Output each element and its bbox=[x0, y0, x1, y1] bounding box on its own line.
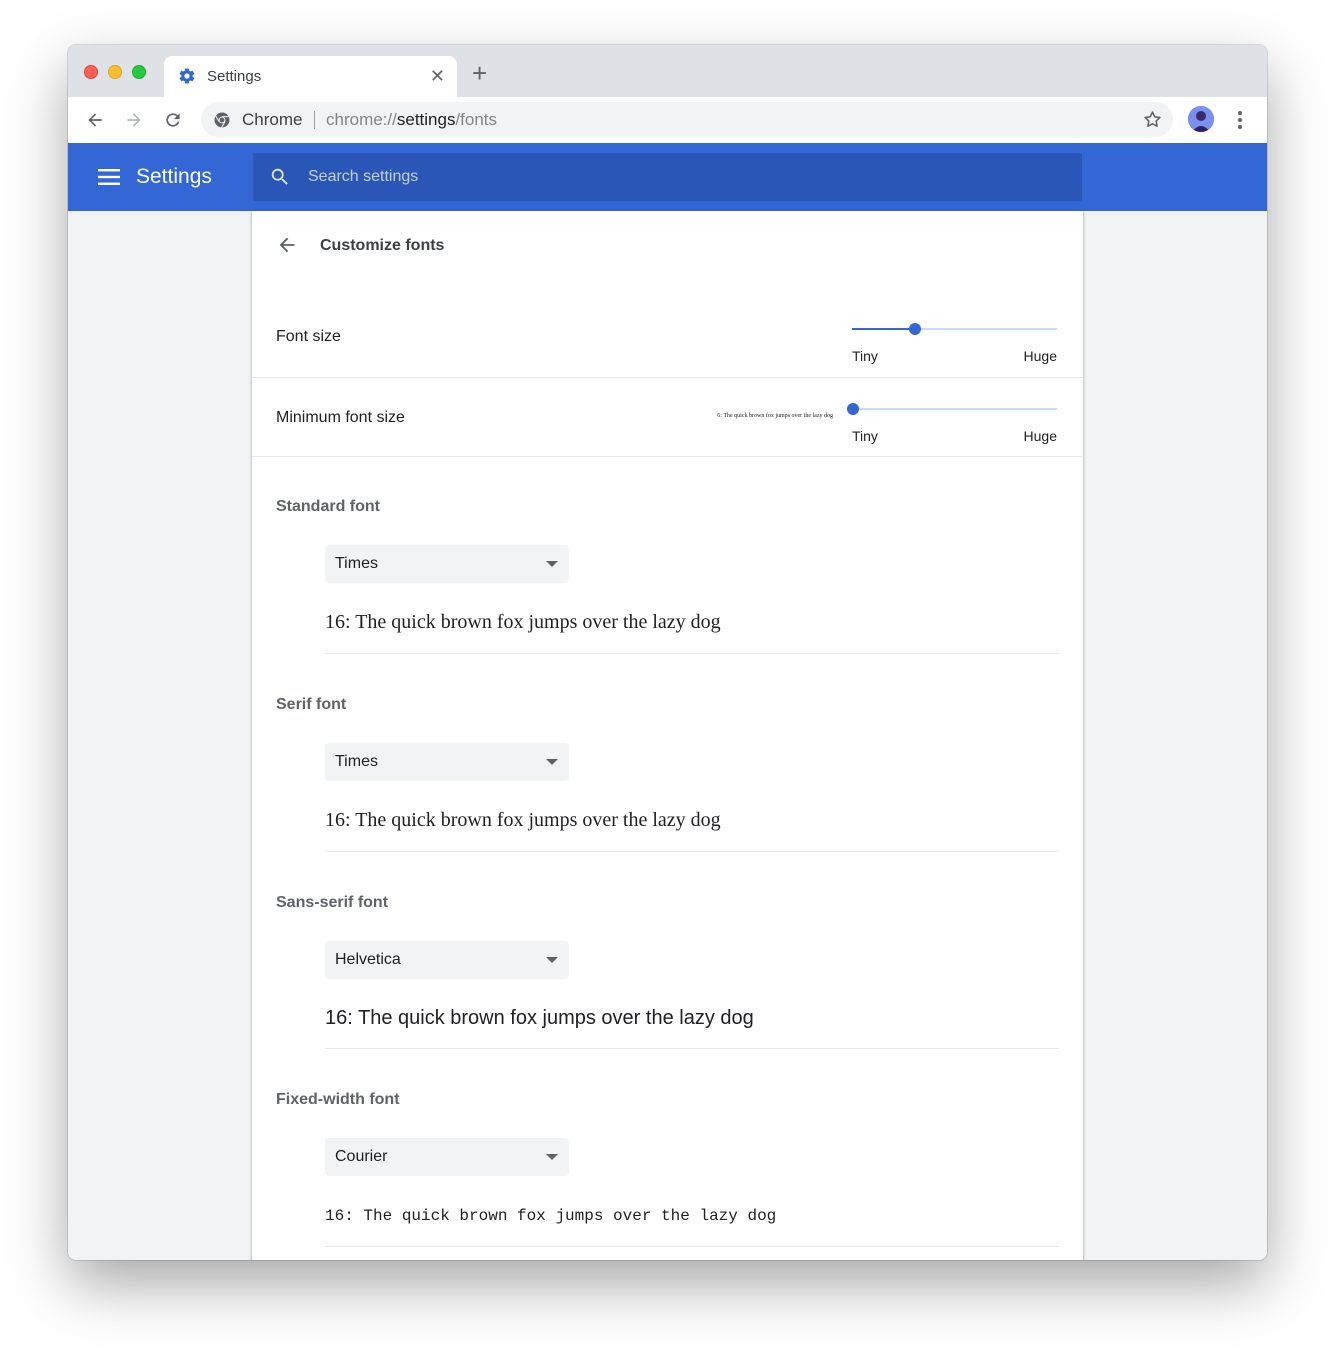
font-size-label: Font size bbox=[276, 328, 341, 345]
slider-min-label: Tiny bbox=[852, 348, 878, 364]
fixed-width-font-select[interactable]: Courier bbox=[325, 1138, 569, 1176]
standard-font-section: Standard font Times 16: The quick brown … bbox=[252, 457, 1083, 654]
reload-button[interactable] bbox=[158, 105, 188, 135]
serif-font-title: Serif font bbox=[276, 696, 347, 713]
browser-window: Settings ✕ + Chrome chrome://settings/fo… bbox=[68, 45, 1267, 1260]
standard-font-sample: 16: The quick brown fox jumps over the l… bbox=[325, 611, 721, 633]
minimum-font-size-label: Minimum font size bbox=[276, 409, 405, 426]
select-value: Helvetica bbox=[335, 951, 401, 968]
font-size-row: Font size Tiny Huge bbox=[252, 311, 1083, 377]
dropdown-arrow-icon bbox=[546, 759, 558, 765]
page-title: Settings bbox=[136, 165, 212, 188]
slider-track bbox=[852, 408, 1057, 410]
browser-toolbar: Chrome chrome://settings/fonts bbox=[68, 97, 1267, 143]
serif-font-sample: 16: The quick brown fox jumps over the l… bbox=[325, 809, 721, 831]
sans-serif-font-title: Sans-serif font bbox=[276, 894, 389, 911]
url-scheme: chrome:// bbox=[326, 110, 397, 129]
dropdown-arrow-icon bbox=[546, 561, 558, 567]
arrow-right-icon bbox=[127, 113, 141, 127]
slider-min-label: Tiny bbox=[852, 428, 878, 444]
maximize-window-button[interactable] bbox=[132, 65, 146, 79]
url-host: settings bbox=[396, 110, 456, 129]
fixed-width-font-section: Fixed-width font Courier 16: The quick b… bbox=[252, 1049, 1083, 1246]
avatar-icon bbox=[1188, 106, 1214, 132]
serif-font-select[interactable]: Times bbox=[325, 743, 569, 781]
fonts-card: Customize fonts Font size Tiny Huge Mini… bbox=[252, 211, 1083, 1260]
gear-icon bbox=[179, 68, 195, 84]
search-icon bbox=[271, 168, 288, 185]
minimum-font-sample: 6: The quick brown fox jumps over the la… bbox=[717, 413, 833, 419]
slider-knob[interactable] bbox=[909, 323, 921, 335]
slider-max-label: Huge bbox=[1023, 348, 1057, 364]
sans-serif-font-sample: 16: The quick brown fox jumps over the l… bbox=[325, 1007, 754, 1029]
minimize-window-button[interactable] bbox=[108, 65, 122, 79]
new-tab-button[interactable]: + bbox=[472, 60, 487, 86]
dropdown-arrow-icon bbox=[546, 1154, 558, 1160]
tab-strip: Settings ✕ + bbox=[68, 45, 1267, 97]
standard-font-select[interactable]: Times bbox=[325, 545, 569, 583]
fixed-width-font-title: Fixed-width font bbox=[276, 1091, 400, 1108]
close-tab-icon[interactable]: ✕ bbox=[430, 66, 445, 86]
url-text: chrome://settings/fonts bbox=[326, 110, 497, 130]
slider-knob[interactable] bbox=[847, 403, 859, 415]
address-bar[interactable]: Chrome chrome://settings/fonts bbox=[201, 102, 1173, 137]
sans-serif-font-section: Sans-serif font Helvetica 16: The quick … bbox=[252, 852, 1083, 1049]
minimum-font-size-slider[interactable]: Tiny Huge bbox=[847, 402, 1057, 452]
subpage-title: Customize fonts bbox=[320, 237, 445, 254]
back-arrow-icon[interactable] bbox=[276, 234, 298, 256]
subpage-header: Customize fonts bbox=[252, 211, 1083, 279]
fixed-width-font-sample: 16: The quick brown fox jumps over the l… bbox=[325, 1207, 777, 1225]
forward-button[interactable] bbox=[119, 105, 149, 135]
search-input[interactable] bbox=[308, 153, 1068, 201]
url-path: /fonts bbox=[455, 110, 498, 129]
select-value: Times bbox=[335, 555, 378, 572]
close-window-button[interactable] bbox=[84, 65, 98, 79]
profile-avatar[interactable] bbox=[1188, 106, 1214, 132]
reload-icon bbox=[166, 113, 180, 127]
search-box[interactable] bbox=[253, 153, 1082, 201]
dropdown-arrow-icon bbox=[546, 957, 558, 963]
bookmark-star-icon[interactable] bbox=[1142, 109, 1163, 130]
arrow-left-icon bbox=[88, 113, 102, 127]
minimum-font-size-row: Minimum font size 6: The quick brown fox… bbox=[252, 378, 1083, 456]
select-value: Courier bbox=[335, 1148, 388, 1165]
menu-icon[interactable] bbox=[98, 168, 120, 186]
settings-header: Settings bbox=[68, 143, 1267, 211]
tab-title: Settings bbox=[207, 68, 262, 85]
sans-serif-font-select[interactable]: Helvetica bbox=[325, 941, 569, 979]
omnibox-site-label: Chrome bbox=[242, 110, 303, 129]
more-options-icon[interactable] bbox=[1232, 108, 1248, 132]
serif-font-section: Serif font Times 16: The quick brown fox… bbox=[252, 654, 1083, 851]
chrome-logo-icon bbox=[214, 112, 230, 128]
back-button[interactable] bbox=[80, 105, 110, 135]
divider bbox=[325, 1246, 1059, 1247]
standard-font-title: Standard font bbox=[276, 498, 380, 515]
font-size-slider[interactable]: Tiny Huge bbox=[852, 322, 1057, 372]
select-value: Times bbox=[335, 753, 378, 770]
slider-max-label: Huge bbox=[1023, 428, 1057, 444]
tab-settings[interactable]: Settings ✕ bbox=[164, 56, 457, 97]
slider-fill bbox=[852, 328, 914, 330]
omnibox-separator bbox=[314, 111, 315, 129]
